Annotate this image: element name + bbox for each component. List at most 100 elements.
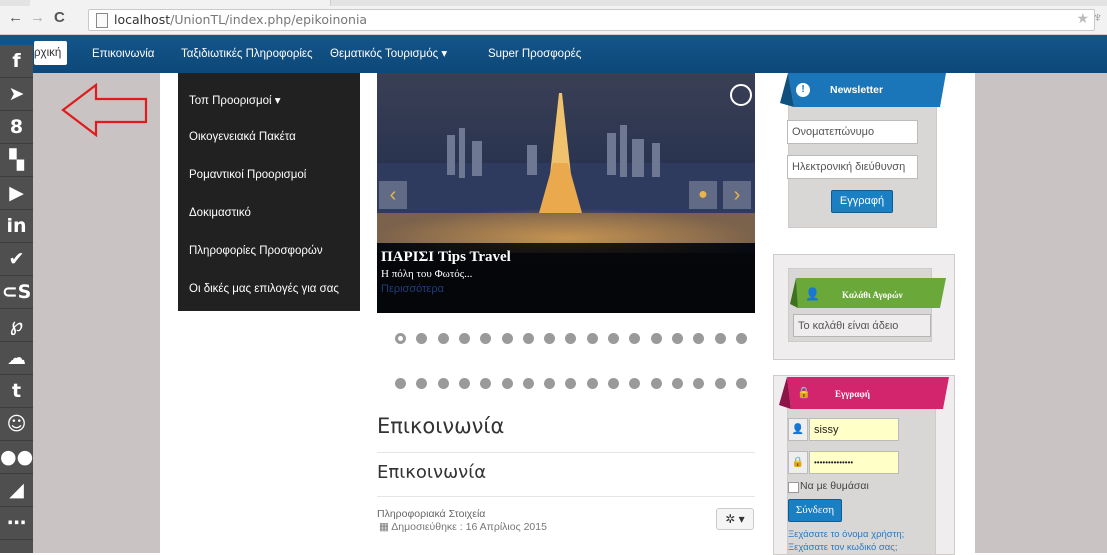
social-share-bar: f ➤ 8 ▚ ▶ in ✔ ⊂S ℘ ☁ t ☺ ●● ◢ ⋯ [0, 45, 33, 553]
facebook-icon[interactable]: f [0, 45, 33, 78]
google-plus-icon[interactable]: 8 [0, 111, 33, 144]
github-icon[interactable]: ☺ [0, 408, 33, 441]
menu-travel-info[interactable]: Ταξιδιωτικές Πληροφορίες [181, 35, 313, 73]
info-icon: ! [796, 83, 810, 97]
tumblr-icon[interactable]: t [0, 375, 33, 408]
flickr-icon[interactable]: ▚ [0, 144, 33, 177]
delicious-icon[interactable]: ✔ [0, 243, 33, 276]
newsletter-name-input[interactable]: Ονοματεπώνυμο [787, 120, 918, 144]
password-lock-icon: 🔒 [788, 451, 808, 474]
menu-thematic-tourism[interactable]: Θεματικός Τουρισμός ▾ [330, 35, 447, 73]
dropdown-item-romantic[interactable]: Ρομαντικοί Προορισμοί [189, 169, 306, 181]
dropdown-item-offers-info[interactable]: Πληροφορίες Προσφορών [189, 245, 323, 257]
slider-dot[interactable] [437, 378, 449, 389]
slider-pause-button[interactable]: ● [689, 181, 717, 209]
slider-dot[interactable] [458, 378, 470, 389]
page-right-margin [975, 35, 1107, 553]
slider-dot[interactable] [586, 378, 598, 389]
slider-dot[interactable] [714, 378, 726, 389]
forgot-username-link[interactable]: Ξεχάσατε το όνομα χρήστη; [788, 529, 904, 540]
slider-dot[interactable] [586, 333, 598, 344]
main-menu: ρχική Επικοινωνία Ταξιδιωτικές Πληροφορί… [0, 35, 1107, 73]
page-title: Επικοινωνία [377, 414, 505, 438]
soundcloud-icon[interactable]: ☁ [0, 342, 33, 375]
remember-checkbox[interactable] [788, 482, 799, 493]
slider-dot[interactable] [650, 333, 662, 344]
twitter-icon[interactable]: ➤ [0, 78, 33, 111]
slider-dot[interactable] [501, 378, 513, 389]
article-title: Επικοινωνία [377, 462, 487, 483]
menu-home[interactable]: ρχική [34, 41, 68, 65]
divider [377, 496, 755, 497]
slider-dot[interactable] [437, 333, 449, 344]
more-icon[interactable]: ⋯ [0, 507, 33, 540]
dropdown-item-our-choices[interactable]: Οι δικές μας επιλογές για σας [189, 283, 339, 295]
slider-dot[interactable] [522, 378, 534, 389]
divider [377, 452, 755, 453]
reload-button[interactable]: C [54, 10, 65, 26]
newsletter-email-input[interactable]: Ηλεκτρονική διεύθυνση [787, 155, 918, 179]
slider-dot[interactable] [671, 378, 683, 389]
login-button[interactable]: Σύνδεση [788, 499, 842, 522]
slider-next-button[interactable]: › [723, 181, 751, 209]
slider-dot[interactable] [671, 333, 683, 344]
username-icon: 👤 [788, 418, 808, 441]
forgot-password-link[interactable]: Ξεχάσατε τον κωδικό σας; [788, 542, 898, 553]
caption-more-link[interactable]: Περισσότερα [381, 283, 444, 295]
cart-empty-text: Το καλάθι είναι άδειο [793, 314, 931, 337]
article-published: ▦ Δημοσιεύθηκε : 16 Απρίλιος 2015 [379, 521, 547, 533]
slider-dot[interactable] [458, 333, 470, 344]
slider-dot[interactable] [608, 333, 619, 344]
browser-toolbar: ← → C localhost/UnionTL/index.php/epikoi… [0, 0, 1107, 35]
page-icon [96, 13, 108, 28]
user-icon: 👤 [805, 287, 820, 301]
dropdown-item-family-packages[interactable]: Οικογενειακά Πακέτα [189, 131, 296, 143]
slider-dot[interactable] [395, 378, 406, 389]
back-button[interactable]: ← [8, 10, 23, 26]
gear-icon: ✲ [725, 512, 736, 526]
bookmark-star-icon[interactable]: ★ [1076, 10, 1089, 27]
menu-contact[interactable]: Επικοινωνία [92, 35, 154, 73]
slider-dot[interactable] [501, 333, 513, 344]
url-host: localhost [114, 12, 171, 27]
dropdown-item-top-destinations[interactable]: Τοπ Προορισμοί ▾ [189, 93, 281, 107]
slider-prev-button[interactable]: ‹ [379, 181, 407, 209]
flickr-dots-icon[interactable]: ●● [0, 441, 33, 474]
extension-icon[interactable]: ♆ [1093, 9, 1104, 25]
slider-dot[interactable] [608, 378, 619, 389]
linkedin-icon[interactable]: in [0, 210, 33, 243]
caption-title: ΠΑΡΙΣΙ Tips Travel [381, 249, 511, 265]
article-category: Πληροφοριακά Στοιχεία [377, 508, 486, 520]
dropdown-item-test[interactable]: Δοκιμαστικό [189, 207, 251, 219]
rss-icon[interactable]: ◢ [0, 474, 33, 507]
browser-tab[interactable] [30, 0, 331, 6]
caption-text: Η πόλη του Φωτός... [381, 268, 473, 280]
youtube-icon[interactable]: ▶ [0, 177, 33, 210]
cart-title: Καλάθι Αγορών [842, 290, 903, 300]
slider-dot[interactable] [395, 333, 406, 344]
address-bar[interactable]: localhost/UnionTL/index.php/epikoinonia [88, 9, 1095, 31]
slider-dot[interactable] [735, 333, 747, 344]
login-title: Εγγραφή [835, 389, 870, 399]
menu-super-offers[interactable]: Super Προσφορές [488, 35, 581, 73]
url-path: /UnionTL/index.php/epikoinonia [170, 12, 368, 27]
slider-dot[interactable] [714, 333, 726, 344]
slider-dot[interactable] [522, 333, 534, 344]
password-input[interactable]: •••••••••••••• [809, 451, 899, 474]
slider-dot[interactable] [650, 378, 662, 389]
forward-button[interactable]: → [30, 10, 45, 26]
lastfm-icon[interactable]: ⊂S [0, 276, 33, 309]
annotation-arrow [61, 82, 148, 138]
slider-dot[interactable] [735, 378, 747, 389]
image-slider[interactable]: ‹ ● › ΠΑΡΙΣΙ Tips Travel Η πόλη του Φωτό… [377, 73, 755, 313]
thematic-tourism-dropdown: Τοπ Προορισμοί ▾ Οικογενειακά Πακέτα Ρομ… [178, 73, 360, 311]
newsletter-title: Newsletter [830, 84, 884, 96]
lock-icon: 🔒 [797, 387, 811, 399]
newsletter-subscribe-button[interactable]: Εγγραφή [831, 190, 893, 213]
published-date: Δημοσιεύθηκε : 16 Απρίλιος 2015 [391, 521, 547, 533]
pinterest-icon[interactable]: ℘ [0, 309, 33, 342]
calendar-icon: ▦ [379, 521, 392, 533]
article-tools-button[interactable]: ✲ ▾ [716, 508, 754, 530]
slider-caption: ΠΑΡΙΣΙ Tips Travel Η πόλη του Φωτός... Π… [377, 243, 755, 313]
username-input[interactable]: sissy [809, 418, 899, 441]
